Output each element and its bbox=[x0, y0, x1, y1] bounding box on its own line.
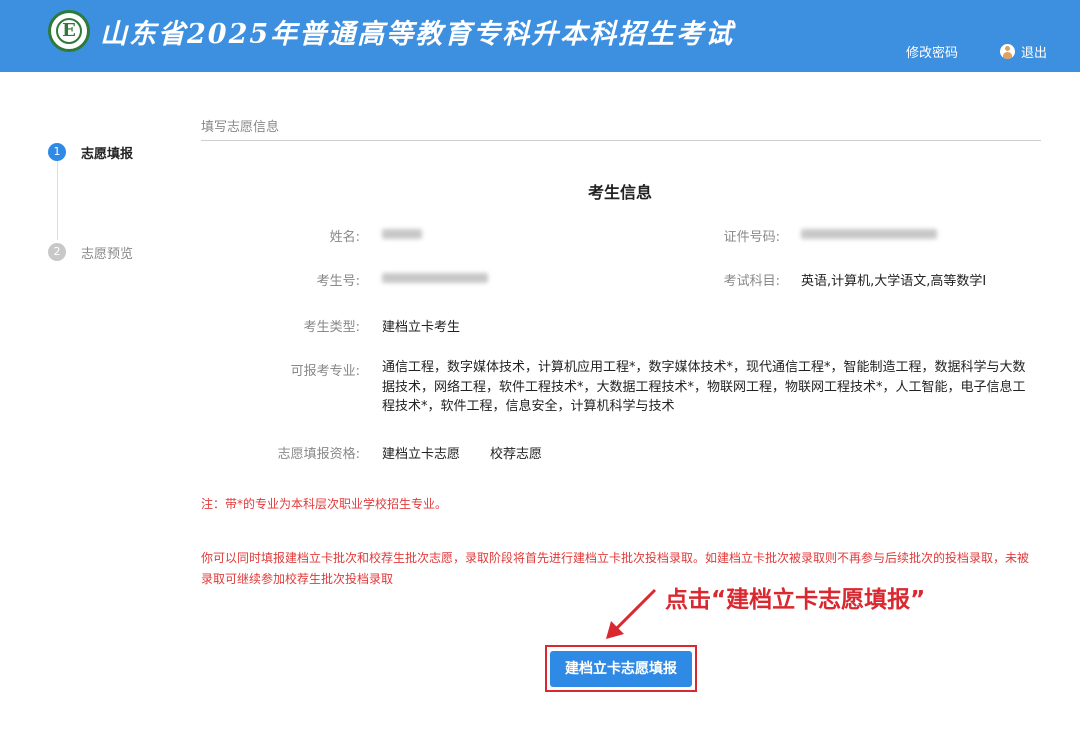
change-password-link[interactable]: 修改密码 bbox=[906, 42, 958, 61]
step-preview-volunteer[interactable]: 2 志愿预览 bbox=[48, 242, 168, 262]
logo-letter: E bbox=[56, 18, 82, 44]
user-icon bbox=[1000, 44, 1015, 59]
site-title: 山东省2025年普通高等教育专科升本科招生考试 bbox=[100, 19, 735, 50]
step-label-1: 志愿填报 bbox=[81, 147, 134, 162]
name-value-redacted bbox=[382, 229, 422, 239]
qualification-value-2: 校荐志愿 bbox=[490, 447, 543, 462]
eligible-majors-label: 可报考专业: bbox=[290, 364, 360, 379]
exam-number-label: 考生号: bbox=[316, 274, 360, 289]
step-number-2: 2 bbox=[48, 243, 66, 261]
exam-subjects-label: 考试科目: bbox=[723, 274, 780, 289]
logout-label: 退出 bbox=[1021, 46, 1048, 61]
step-number-1: 1 bbox=[48, 143, 66, 161]
qualification-label: 志愿填报资格: bbox=[277, 447, 360, 462]
name-label: 姓名: bbox=[329, 230, 360, 245]
step-fill-volunteer[interactable]: 1 志愿填报 bbox=[48, 142, 168, 162]
fill-poverty-volunteer-button[interactable]: 建档立卡志愿填报 bbox=[550, 651, 692, 687]
school-logo: E bbox=[48, 10, 90, 52]
callout-instruction: 点击“建档立卡志愿填报” bbox=[665, 587, 926, 613]
info-title: 考生信息 bbox=[587, 183, 652, 202]
step-label-2: 志愿预览 bbox=[81, 247, 134, 262]
top-header: E 山东省2025年普通高等教育专科升本科招生考试 修改密码 退出 bbox=[0, 0, 1080, 72]
candidate-type-label: 考生类型: bbox=[303, 320, 360, 335]
callout-arrow-icon bbox=[606, 588, 657, 639]
id-number-value-redacted bbox=[801, 229, 937, 239]
candidate-type-value: 建档立卡考生 bbox=[382, 320, 461, 335]
step-connector-line bbox=[57, 160, 58, 240]
logout-link[interactable]: 退出 bbox=[1000, 42, 1047, 61]
section-divider bbox=[201, 140, 1041, 141]
section-title: 填写志愿信息 bbox=[201, 120, 280, 135]
qualification-value-1: 建档立卡志愿 bbox=[382, 447, 461, 462]
exam-number-value-redacted bbox=[382, 273, 488, 283]
id-number-label: 证件号码: bbox=[723, 230, 780, 245]
exam-subjects-value: 英语,计算机,大学语文,高等数学Ⅰ bbox=[801, 274, 987, 289]
eligible-majors-value: 通信工程，数字媒体技术，计算机应用工程*，数字媒体技术*，现代通信工程*，智能制… bbox=[382, 360, 1026, 414]
note-asterisk: 注：带*的专业为本科层次职业学校招生专业。 bbox=[201, 497, 448, 511]
